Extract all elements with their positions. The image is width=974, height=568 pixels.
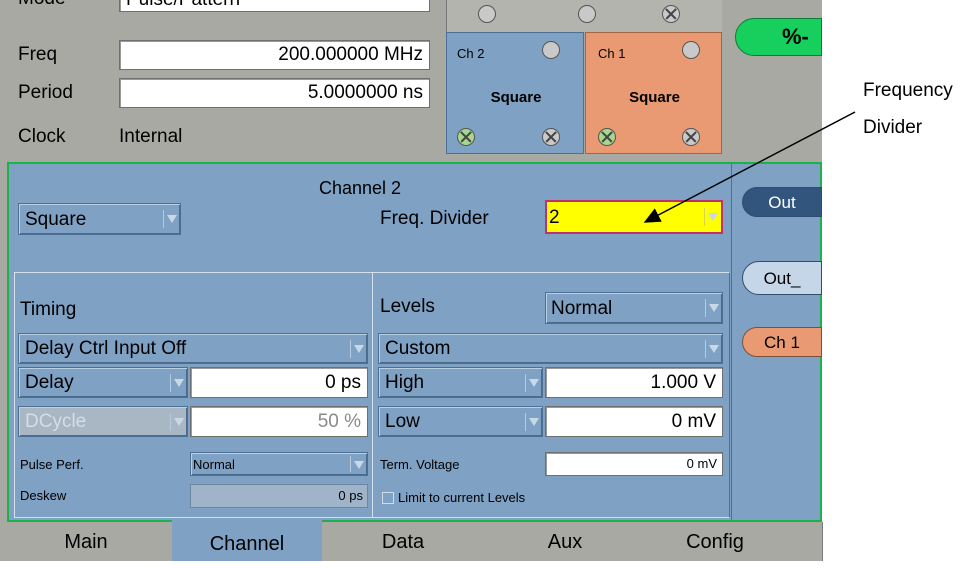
annotation-leader-line bbox=[643, 111, 856, 223]
